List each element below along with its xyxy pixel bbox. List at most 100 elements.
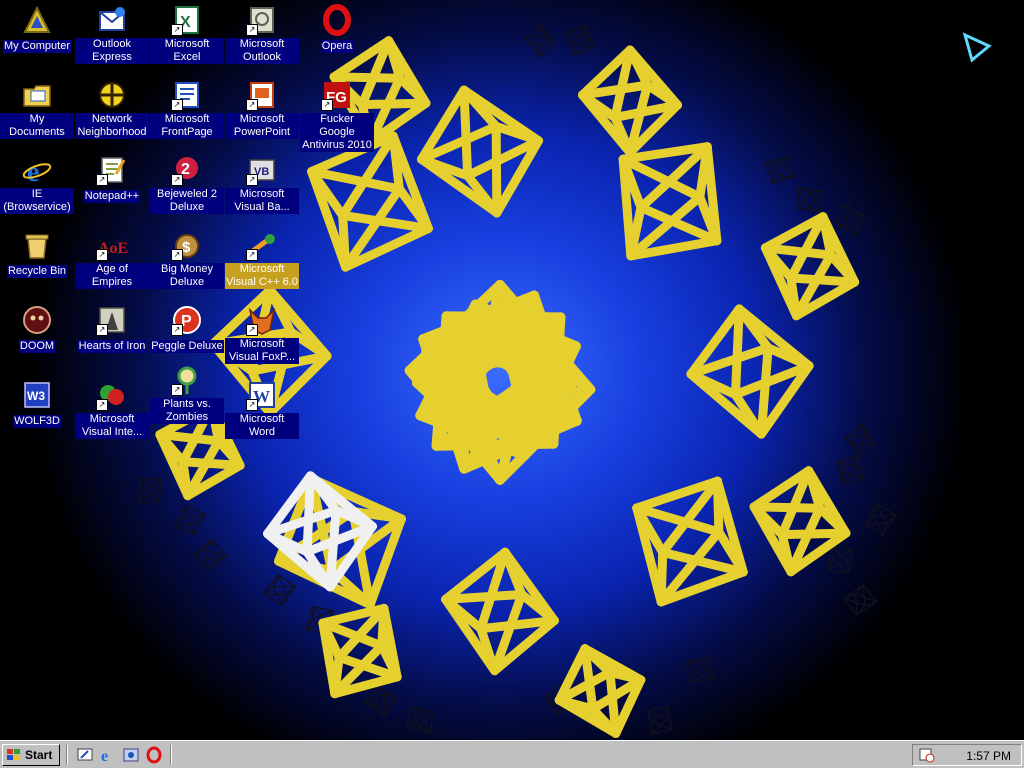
wireframe-shape (192, 539, 227, 571)
start-button[interactable]: Start (2, 744, 60, 766)
shortcut-arrow-icon: ↗ (96, 174, 108, 186)
wireframe-shape (863, 504, 897, 536)
wireframe-shape (406, 706, 434, 734)
desktop-icon-notepad-plus-plus[interactable]: ↗ Notepad++ (75, 154, 149, 204)
desktop-icon-bejeweled[interactable]: 2 ↗ Bejeweled 2 Deluxe (150, 154, 224, 215)
icon-label: My Computer (2, 40, 72, 53)
icon-label: Outlook Express (75, 38, 149, 64)
shortcut-arrow-icon: ↗ (246, 399, 258, 411)
wireframe-shape (632, 476, 748, 607)
plants-vs-zombies-icon: ↗ (171, 364, 203, 396)
desktop-icon-recycle-bin[interactable]: Recycle Bin (0, 229, 74, 279)
peggle-icon: P ↗ (171, 304, 203, 336)
shortcut-arrow-icon: ↗ (171, 249, 183, 261)
icon-label: DOOM (18, 340, 56, 353)
clock[interactable]: 1:57 PM (966, 749, 1011, 763)
svg-text:W3: W3 (27, 389, 45, 403)
hearts-of-iron-icon: ↗ (96, 304, 128, 336)
shortcut-arrow-icon: ↗ (246, 324, 258, 336)
task-scheduler-icon[interactable] (919, 747, 935, 763)
desktop-icon-peggle[interactable]: P ↗ Peggle Deluxe (150, 304, 224, 354)
internet-explorer-icon: e (21, 154, 53, 188)
channels-icon[interactable] (122, 746, 140, 764)
desktop-icon-excel[interactable]: X ↗ Microsoft Excel (150, 4, 224, 65)
icon-label: WOLF3D (13, 415, 61, 428)
wireframe-shape (565, 24, 595, 57)
desktop-icon-my-documents[interactable]: My Documents (0, 79, 74, 140)
outlook-icon: ↗ (246, 4, 278, 36)
icon-label: Bejeweled 2 Deluxe (150, 188, 224, 214)
wireframe-shape (764, 156, 796, 184)
show-desktop-icon[interactable] (76, 746, 94, 764)
desktop-icon-outlook[interactable]: ↗ Microsoft Outlook (225, 4, 299, 65)
icon-label: Microsoft Visual Ba... (225, 188, 299, 214)
big-money-icon: $ ↗ (171, 229, 203, 261)
bejeweled-icon: 2 ↗ (171, 154, 203, 186)
desktop-icon-visual-basic[interactable]: VB ↗ Microsoft Visual Ba... (225, 154, 299, 215)
wireframe-shape (417, 85, 543, 218)
antivirus-icon: FG ↗ (321, 79, 353, 111)
icon-label: Peggle Deluxe (150, 340, 224, 353)
desktop-icon-frontpage[interactable]: ↗ Microsoft FrontPage (150, 79, 224, 140)
icon-label: Microsoft Visual FoxP... (225, 338, 299, 364)
desktop-icon-outlook-express[interactable]: Outlook Express (75, 4, 149, 65)
system-tray: 1:57 PM (912, 744, 1022, 766)
wireframe-shape (685, 656, 716, 684)
internet-explorer-icon[interactable]: e (99, 746, 117, 764)
excel-icon: X ↗ (171, 4, 203, 36)
opera-icon (321, 4, 353, 36)
desktop[interactable]: My Computer Outlook Express X ↗ Microsoft… (0, 0, 1024, 740)
shortcut-arrow-icon: ↗ (171, 324, 183, 336)
desktop-icon-my-computer[interactable]: My Computer (0, 4, 74, 54)
wireframe-shape (554, 644, 646, 738)
shortcut-arrow-icon: ↗ (96, 399, 108, 411)
desktop-icon-visual-foxpro[interactable]: ↗ Microsoft Visual FoxP... (225, 304, 299, 365)
icon-label: Network Neighborhood (75, 113, 149, 139)
opera-icon[interactable] (145, 746, 163, 764)
wireframe-shape (173, 504, 206, 536)
desktop-icon-hearts-of-iron[interactable]: ↗ Hearts of Iron (75, 304, 149, 354)
wireframe-shape (686, 304, 814, 439)
desktop-icon-word[interactable]: W ↗ Microsoft Word (225, 379, 299, 440)
desktop-icon-plants-vs-zombies[interactable]: ↗ Plants vs. Zombies (150, 364, 224, 425)
wireframe-shape (137, 477, 163, 503)
outlook-express-icon (96, 4, 128, 36)
icon-label: Plants vs. Zombies (150, 398, 224, 424)
svg-text:e: e (27, 157, 39, 186)
icon-label: Microsoft Word (225, 413, 299, 439)
icon-label: Age of Empires (75, 263, 149, 289)
wireframe-shape (262, 574, 297, 606)
shortcut-arrow-icon: ↗ (171, 24, 183, 36)
visual-cpp-icon: ↗ (246, 229, 278, 261)
wireframe-shape (844, 422, 876, 457)
taskbar-separator (66, 745, 68, 765)
desktop-icon-opera[interactable]: Opera (300, 4, 374, 54)
desktop-icon-antivirus[interactable]: FG ↗ Fucker Google Antivirus 2010 (300, 79, 374, 153)
wireframe-shape (647, 705, 673, 736)
icon-label: Fucker Google Antivirus 2010 (300, 113, 374, 152)
desktop-icon-age-of-empires[interactable]: AoE ↗ Age of Empires (75, 229, 149, 290)
desktop-icon-powerpoint[interactable]: ↗ Microsoft PowerPoint (225, 79, 299, 140)
shortcut-arrow-icon: ↗ (246, 24, 258, 36)
desktop-icon-network-neighborhood[interactable]: Network Neighborhood (75, 79, 149, 140)
recycle-bin-icon (21, 229, 53, 261)
wireframe-shape (836, 454, 864, 485)
wireframe-shape (318, 603, 402, 699)
icon-label: Big Money Deluxe (150, 263, 224, 289)
desktop-icon-big-money[interactable]: $ ↗ Big Money Deluxe (150, 229, 224, 290)
word-icon: W ↗ (246, 379, 278, 411)
desktop-icon-visual-cpp[interactable]: ↗ Microsoft Visual C++ 6.0 (225, 229, 299, 290)
frontpage-icon: ↗ (171, 79, 203, 111)
icon-label: Microsoft Excel (150, 38, 224, 64)
wireframe-shape (843, 584, 878, 616)
wireframe-shape (441, 547, 559, 676)
desktop-icon-internet-explorer[interactable]: e IE (Browservice) (0, 154, 74, 215)
my-documents-icon (21, 79, 53, 111)
icon-label: Microsoft PowerPoint (225, 113, 299, 139)
desktop-icon-visual-interdev[interactable]: ↗ Microsoft Visual Inte... (75, 379, 149, 440)
notepad-plus-plus-icon: ↗ (96, 154, 128, 186)
desktop-icon-doom[interactable]: DOOM (0, 304, 74, 354)
shortcut-arrow-icon: ↗ (171, 174, 183, 186)
desktop-icon-wolf3d[interactable]: W3 WOLF3D (0, 379, 74, 429)
shortcut-arrow-icon: ↗ (246, 174, 258, 186)
